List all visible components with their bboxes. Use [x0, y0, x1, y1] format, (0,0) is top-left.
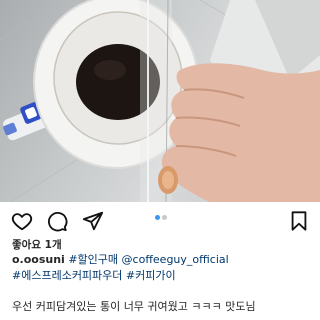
send-icon[interactable]	[82, 210, 104, 232]
carousel-indicator	[150, 215, 170, 221]
caption-text: 우선 커피담겨있는 통이 너무 귀여웠고 ㅋㅋㅋ 맛도님	[12, 300, 256, 313]
comment-icon[interactable]	[46, 210, 68, 232]
hashtag-link[interactable]: #할인구매	[68, 253, 118, 266]
bookmark-icon[interactable]	[288, 210, 310, 232]
hashtag-link[interactable]: #커피가이	[126, 269, 176, 282]
caption-line: #에스프레소커피파우더 #커피가이	[12, 269, 176, 283]
coffee-photo-illustration	[0, 0, 320, 202]
username-link[interactable]: o.oosuni	[12, 253, 65, 266]
mention-link[interactable]: @coffeeguy_official	[122, 253, 229, 266]
instagram-post: 좋아요 1개 o.oosuni #할인구매 @coffeeguy_officia…	[0, 0, 320, 320]
carousel-dot-active	[155, 215, 160, 220]
caption-line: o.oosuni #할인구매 @coffeeguy_official	[12, 253, 229, 267]
heart-icon[interactable]	[11, 210, 33, 232]
carousel-dot	[162, 215, 167, 220]
likes-count[interactable]: 좋아요 1개	[12, 238, 62, 252]
hashtag-link[interactable]: #에스프레소커피파우더	[12, 269, 122, 282]
post-photo[interactable]	[0, 0, 320, 202]
